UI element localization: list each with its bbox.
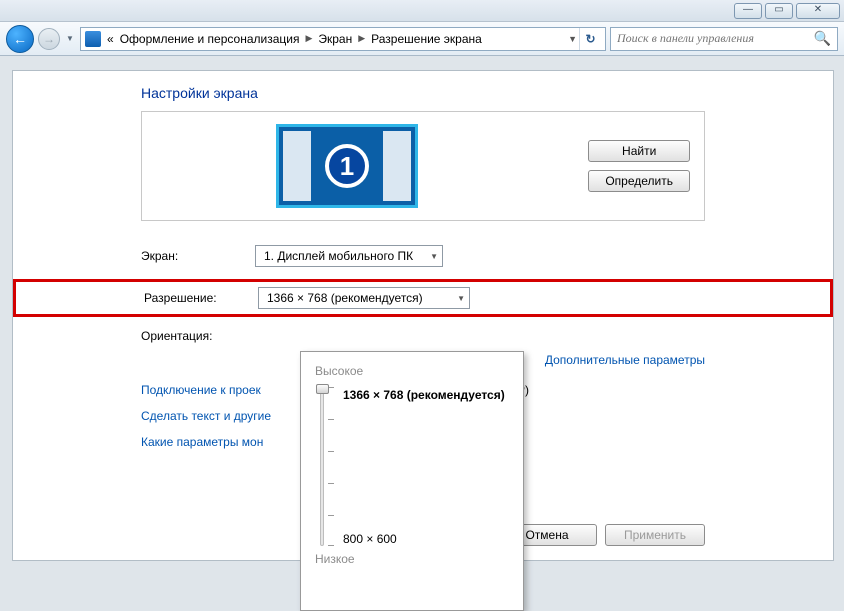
back-button[interactable]: ←: [6, 25, 34, 53]
find-button[interactable]: Найти: [588, 140, 690, 162]
page-title: Настройки экрана: [13, 71, 833, 111]
chevron-down-icon: ▼: [430, 252, 438, 261]
display-row: Экран: 1. Дисплей мобильного ПК ▼: [13, 239, 833, 273]
minimize-button[interactable]: —: [734, 3, 762, 19]
monitor-window-left: [283, 131, 311, 201]
orientation-row: Ориентация:: [13, 323, 833, 349]
history-dropdown[interactable]: ▼: [64, 26, 76, 52]
forward-button[interactable]: →: [38, 28, 60, 50]
control-panel-icon: [85, 31, 101, 47]
address-bar[interactable]: « Оформление и персонализация ▶ Экран ▶ …: [80, 27, 606, 51]
which-params-link[interactable]: Какие параметры мон: [141, 435, 263, 449]
slider-track: [320, 386, 324, 546]
resolution-combo[interactable]: 1366 × 768 (рекомендуется) ▼: [258, 287, 470, 309]
projector-link[interactable]: Подключение к проек: [141, 383, 261, 397]
resolution-dropdown-popup: Высокое 1366 × 768 (рекомендуется) 800 ×…: [300, 351, 524, 611]
monitor-window-right: [383, 131, 411, 201]
breadcrumb-appearance[interactable]: Оформление и персонализация: [120, 32, 300, 46]
title-bar: — ▭ ✕: [0, 0, 844, 22]
maximize-button[interactable]: ▭: [765, 3, 793, 19]
search-input[interactable]: [617, 31, 814, 46]
arrow-right-icon: →: [43, 32, 55, 46]
nav-bar: ← → ▼ « Оформление и персонализация ▶ Эк…: [0, 22, 844, 56]
chevron-right-icon: ▶: [358, 33, 365, 44]
refresh-icon: ↻: [585, 32, 595, 46]
apply-button[interactable]: Применить: [605, 524, 705, 546]
search-icon: 🔍: [814, 30, 831, 46]
resolution-row: Разрешение: 1366 × 768 (рекомендуется) ▼: [13, 279, 833, 317]
slider-labels: 1366 × 768 (рекомендуется) 800 × 600: [343, 386, 505, 546]
resolution-value: 1366 × 768 (рекомендуется): [267, 291, 423, 305]
monitor-preview[interactable]: 1: [276, 124, 418, 208]
display-label: Экран:: [141, 249, 235, 263]
monitor-side-buttons: Найти Определить: [588, 140, 690, 192]
close-button[interactable]: ✕: [796, 3, 840, 19]
chevron-down-icon[interactable]: ▼: [568, 34, 577, 44]
search-button[interactable]: 🔍: [814, 30, 831, 47]
resolution-label: Разрешение:: [144, 291, 238, 305]
display-value: 1. Дисплей мобильного ПК: [264, 249, 413, 263]
chevron-right-icon: ▶: [305, 33, 312, 44]
arrow-left-icon: ←: [13, 31, 27, 47]
resolution-low-label: Низкое: [315, 552, 509, 566]
search-bar: 🔍: [610, 27, 838, 51]
content-area: Настройки экрана 1 Найти Определить Экра…: [12, 70, 834, 561]
refresh-button[interactable]: ↻: [579, 28, 601, 50]
resolution-slider[interactable]: [315, 386, 329, 546]
display-combo[interactable]: 1. Дисплей мобильного ПК ▼: [255, 245, 443, 267]
advanced-settings-link[interactable]: Дополнительные параметры: [545, 353, 705, 367]
monitor-preview-panel: 1 Найти Определить: [141, 111, 705, 221]
orientation-label: Ориентация:: [141, 329, 235, 343]
slider-thumb[interactable]: [316, 384, 329, 394]
breadcrumb-display[interactable]: Экран: [318, 32, 352, 46]
text-size-link[interactable]: Сделать текст и другие: [141, 409, 271, 423]
resolution-high-label: Высокое: [315, 364, 509, 378]
detect-button[interactable]: Определить: [588, 170, 690, 192]
resolution-current-label: 1366 × 768 (рекомендуется): [343, 388, 505, 402]
breadcrumb-chevrons[interactable]: «: [107, 32, 114, 46]
resolution-min-label: 800 × 600: [343, 532, 505, 546]
monitor-number-badge: 1: [325, 144, 369, 188]
breadcrumb-resolution[interactable]: Разрешение экрана: [371, 32, 482, 46]
chevron-down-icon: ▼: [457, 294, 465, 303]
